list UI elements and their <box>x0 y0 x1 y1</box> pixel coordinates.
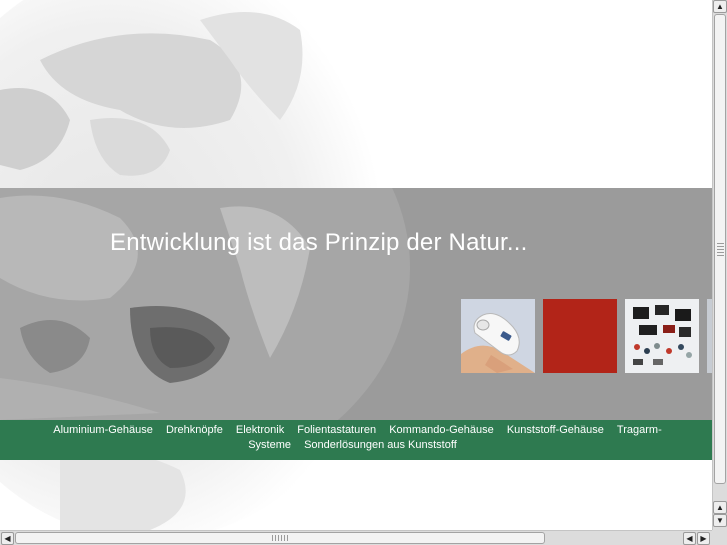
scrollbar-corner <box>712 530 727 545</box>
vertical-scroll-thumb[interactable] <box>714 14 726 484</box>
category-nav-links: Aluminium-Gehäuse Drehknöpfe Elektronik … <box>30 423 680 453</box>
red-panel-thumbnail[interactable] <box>543 299 617 373</box>
grip-icon <box>717 243 724 257</box>
nav-link-elektronik[interactable]: Elektronik <box>236 424 284 436</box>
horizontal-scroll-thumb[interactable] <box>15 532 545 544</box>
electronic-components-thumbnail[interactable] <box>625 299 699 373</box>
nav-link-kommando-gehaeuse[interactable]: Kommando-Gehäuse <box>389 424 494 436</box>
arrow-down-icon[interactable]: ▼ <box>713 514 727 527</box>
arrow-up-icon[interactable]: ▲ <box>713 501 727 514</box>
hero-headline: Entwicklung ist das Prinzip der Natur... <box>110 229 528 256</box>
nav-link-aluminium-gehaeuse[interactable]: Aluminium-Gehäuse <box>53 424 153 436</box>
grip-icon <box>272 535 290 541</box>
nav-link-kunststoff-gehaeuse[interactable]: Kunststoff-Gehäuse <box>507 424 604 436</box>
arrow-left-icon[interactable]: ◀ <box>1 532 14 545</box>
nav-link-drehknoepfe[interactable]: Drehknöpfe <box>166 424 223 436</box>
arrow-left-icon[interactable]: ◀ <box>683 532 696 545</box>
arrow-up-icon[interactable]: ▲ <box>713 0 727 13</box>
vertical-scrollbar[interactable]: ▲ ▲ ▼ <box>712 0 727 530</box>
handheld-device-thumbnail[interactable] <box>461 299 535 373</box>
page-viewport: Entwicklung ist das Prinzip der Natur... <box>0 0 712 530</box>
nav-link-folientastaturen[interactable]: Folientastaturen <box>297 424 376 436</box>
nav-link-sonderloesungen[interactable]: Sonderlösungen aus Kunststoff <box>304 439 457 451</box>
handheld-device-icon <box>461 299 535 373</box>
arrow-right-icon[interactable]: ▶ <box>697 532 710 545</box>
electronic-components-icon <box>625 299 699 373</box>
horizontal-scrollbar[interactable]: ◀ ◀ ▶ <box>0 530 712 545</box>
